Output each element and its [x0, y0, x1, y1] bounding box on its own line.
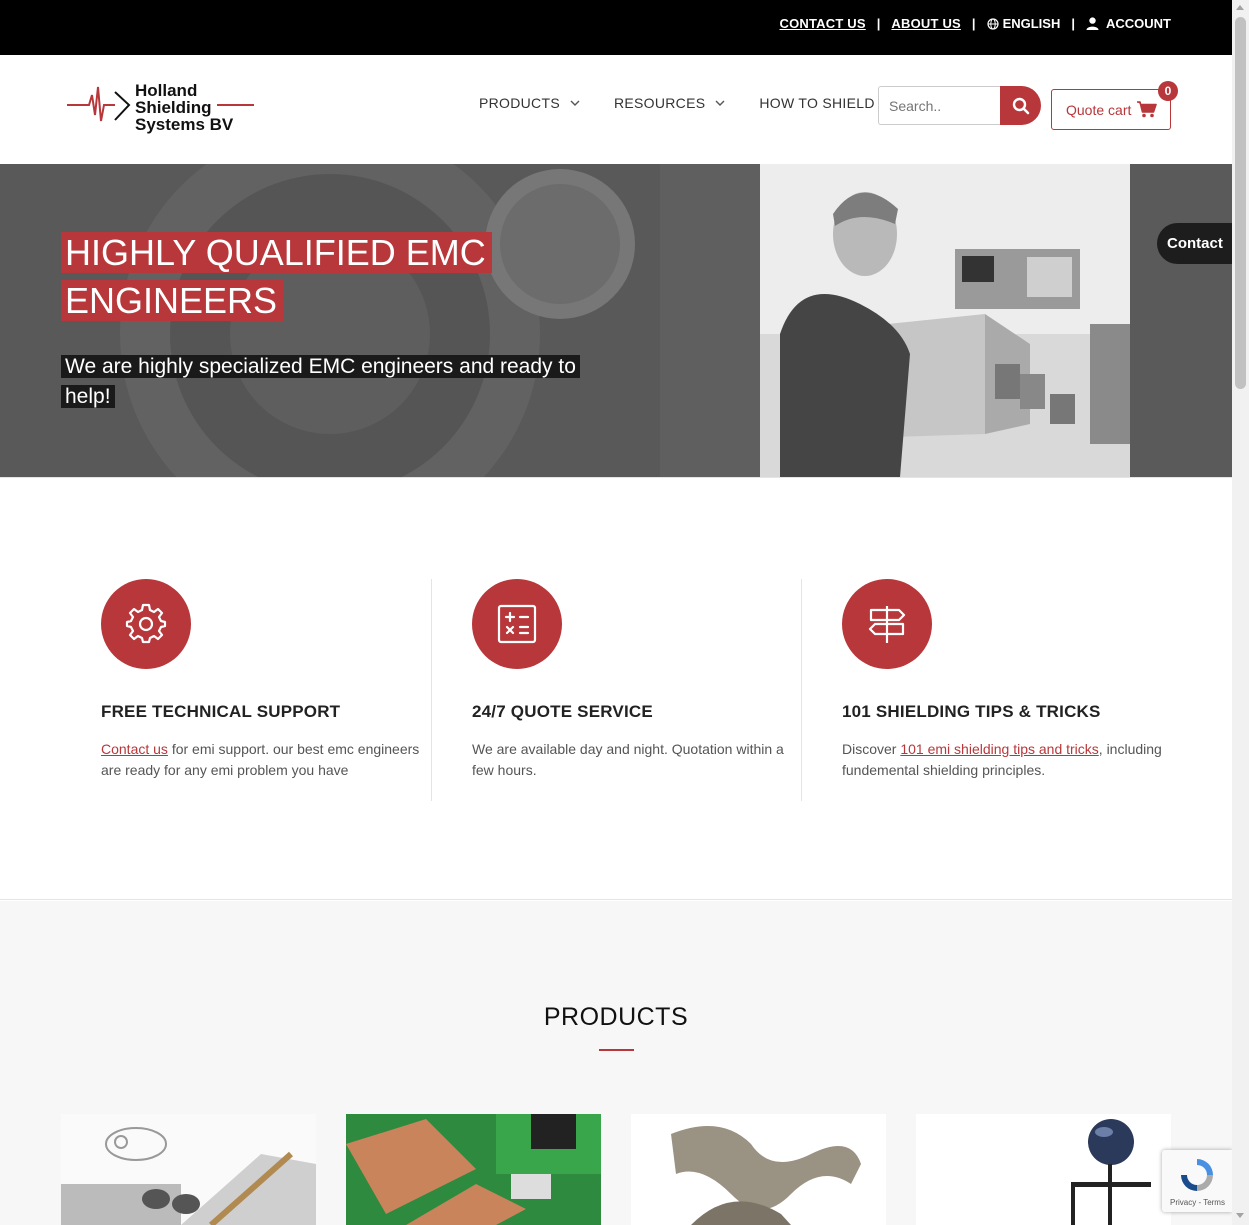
quote-cart-button[interactable]: Quote cart 0: [1051, 81, 1178, 130]
separator: |: [876, 16, 881, 31]
chevron-down-icon: [570, 100, 580, 106]
feature-icon-circle: [842, 579, 932, 669]
products-section: PRODUCTS: [0, 901, 1232, 1225]
hero-title: HIGHLY QUALIFIED EMC ENGINEERS: [61, 229, 521, 325]
feature-quote-service: 24/7 QUOTE SERVICE We are available day …: [472, 579, 802, 801]
divider: [801, 579, 802, 801]
nav-resources[interactable]: RESOURCES: [614, 95, 725, 111]
nav-label: PRODUCTS: [479, 95, 560, 111]
scrollbar[interactable]: [1232, 0, 1249, 1225]
product-card-test-equipment[interactable]: [916, 1114, 1171, 1225]
nav-products[interactable]: PRODUCTS: [479, 95, 580, 111]
top-links: CONTACT US | ABOUT US | ENGLISH | ACCOUN…: [780, 16, 1171, 31]
contact-us-link[interactable]: CONTACT US: [780, 16, 866, 31]
cart-icon: [1137, 101, 1158, 118]
language-selector[interactable]: ENGLISH: [986, 16, 1061, 31]
logo-line: Systems BV: [135, 115, 234, 134]
product-image: [61, 1114, 316, 1225]
about-us-link[interactable]: ABOUT US: [891, 16, 961, 31]
scroll-down-arrow-icon[interactable]: [1236, 1213, 1244, 1218]
product-card-shielding-cans[interactable]: [346, 1114, 601, 1225]
user-icon: [1086, 17, 1099, 30]
scroll-up-arrow-icon[interactable]: [1236, 5, 1244, 10]
quote-cart-label: Quote cart: [1066, 101, 1132, 118]
feature-text: We are available day and night. Quotatio…: [472, 741, 784, 778]
account-label: ACCOUNT: [1106, 16, 1171, 31]
logo-line: Shielding: [135, 98, 212, 117]
feature-technical-support: FREE TECHNICAL SUPPORT Contact us for em…: [101, 579, 431, 801]
recaptcha-icon: [1181, 1159, 1213, 1191]
hero-banner: HIGHLY QUALIFIED EMC ENGINEERS We are hi…: [0, 164, 1232, 477]
feature-title: 101 SHIELDING TIPS & TRICKS: [842, 702, 1101, 721]
separator: |: [1071, 16, 1075, 31]
product-image: [916, 1114, 1171, 1225]
scrollbar-thumb[interactable]: [1235, 17, 1246, 389]
nav-label: RESOURCES: [613, 95, 706, 111]
nav-how-to-shield[interactable]: HOW TO SHIELD: [759, 95, 895, 111]
account-link[interactable]: ACCOUNT: [1086, 16, 1171, 31]
feature-shielding-tips: 101 SHIELDING TIPS & TRICKS Discover 101…: [842, 579, 1172, 801]
search-icon: [1012, 97, 1029, 114]
product-card-fabrics[interactable]: [631, 1114, 886, 1225]
hero-subtitle-text: We are highly specialized EMC engineers …: [61, 355, 580, 408]
hero-title-text: HIGHLY QUALIFIED EMC ENGINEERS: [61, 232, 492, 321]
shielding-tips-link[interactable]: 101 emi shielding tips and tricks: [900, 741, 1098, 757]
feature-text: Discover 101 emi shielding tips and tric…: [842, 739, 1172, 781]
search-button[interactable]: [1000, 86, 1041, 125]
nav-label: HOW TO SHIELD: [759, 95, 875, 111]
chevron-down-icon: [715, 100, 725, 106]
products-heading: PRODUCTS: [543, 1003, 689, 1031]
features-section: FREE TECHNICAL SUPPORT Contact us for em…: [0, 477, 1232, 900]
calculator-icon: [497, 604, 537, 644]
recaptcha-badge[interactable]: Privacy - Terms: [1162, 1150, 1232, 1212]
product-card-gaskets[interactable]: [61, 1114, 316, 1225]
language-label: ENGLISH: [1002, 16, 1061, 31]
product-image: [631, 1114, 886, 1225]
logo-line: Holland: [135, 81, 198, 100]
contact-side-tab[interactable]: Contact: [1157, 223, 1232, 264]
heading-underline: [599, 1049, 634, 1051]
feature-icon-circle: [101, 579, 191, 669]
product-image: [346, 1114, 601, 1225]
site-header: Holland Shielding Systems BV PRODUCTS RE…: [0, 55, 1232, 164]
main-nav: PRODUCTS RESOURCES HOW TO SHIELD: [479, 95, 895, 111]
logo-text: Holland Shielding Systems BV: [135, 82, 233, 133]
quote-cart-count: 0: [1158, 81, 1178, 101]
feature-text-start: Discover: [842, 741, 901, 757]
top-bar: CONTACT US | ABOUT US | ENGLISH | ACCOUN…: [0, 0, 1232, 55]
divider: [431, 579, 432, 801]
signpost-icon: [868, 606, 906, 643]
feature-text: Contact us for emi support. our best emc…: [101, 739, 431, 781]
search-input[interactable]: [878, 86, 1000, 125]
gear-icon: [125, 603, 167, 644]
recaptcha-text[interactable]: Privacy - Terms: [1170, 1198, 1225, 1207]
feature-title: FREE TECHNICAL SUPPORT: [101, 702, 341, 721]
logo[interactable]: Holland Shielding Systems BV: [67, 82, 257, 137]
globe-icon: [986, 17, 999, 30]
feature-icon-circle: [472, 579, 562, 669]
feature-title: 24/7 QUOTE SERVICE: [472, 702, 653, 721]
search-box: [878, 86, 1041, 125]
contact-us-link[interactable]: Contact us: [101, 741, 168, 757]
hero-subtitle: We are highly specialized EMC engineers …: [61, 352, 591, 412]
separator: |: [971, 16, 976, 31]
